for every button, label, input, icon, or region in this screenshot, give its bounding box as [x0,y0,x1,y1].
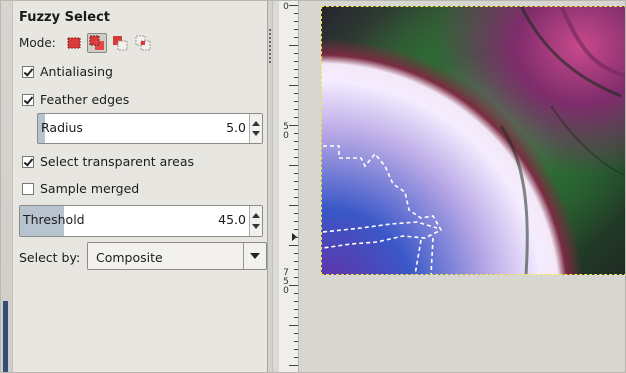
intersect-selection-icon [135,35,151,51]
ruler-tick [289,325,298,326]
ruler-tick [294,253,298,254]
ruler-tick [289,205,298,206]
threshold-label: Threshold [23,212,85,227]
select-by-label: Select by: [19,250,81,265]
ruler-tick [294,189,298,190]
ruler-tick [294,29,298,30]
radius-label: Radius [41,120,83,135]
tool-title: Fuzzy Select [19,10,110,25]
antialiasing-label: Antialiasing [40,64,113,79]
ruler-tick [294,77,298,78]
ruler-tick [294,21,298,22]
ruler-tick [294,13,298,14]
subtract-from-selection-icon [112,36,128,51]
ruler-tick [289,85,298,86]
threshold-spinbox[interactable]: Threshold 45.0 [19,205,263,237]
tool-options-panel: Fuzzy Select Mode: Antialiasing Feather … [13,1,267,372]
threshold-value[interactable]: 45.0 [218,212,246,227]
vertical-ruler: 0 5 0 7 5 0 [279,1,299,372]
ruler-tick [294,157,298,158]
layer-boundary [321,6,625,275]
ruler-tick [294,69,298,70]
ruler-tick [294,149,298,150]
ruler-tick [294,301,298,302]
antialiasing-checkbox[interactable] [22,65,34,78]
sample-merged-label: Sample merged [40,181,140,196]
select-transparent-checkbox[interactable] [22,155,34,168]
ruler-tick [294,237,298,238]
threshold-down-arrow-icon[interactable] [252,224,260,229]
sample-merged-option[interactable]: Sample merged [22,181,139,196]
panel-resize-handle[interactable] [267,1,273,372]
ruler-tick [294,173,298,174]
replace-selection-icon [67,37,81,49]
ruler-tick [289,125,298,126]
ruler-tick [294,101,298,102]
mode-subtract-button[interactable] [110,33,130,53]
ruler-tick [294,269,298,270]
ruler-tick [294,341,298,342]
ruler-tick [294,221,298,222]
threshold-up-arrow-icon[interactable] [252,213,260,218]
feather-edges-checkbox[interactable] [22,93,34,106]
ruler-tick [294,293,298,294]
ruler-tick [294,277,298,278]
feather-edges-label: Feather edges [40,92,130,107]
ruler-tick [294,197,298,198]
ruler-tick [294,141,298,142]
ruler-label-bottom: 7 5 0 [283,268,289,296]
select-transparent-label: Select transparent areas [40,154,195,169]
mode-label: Mode: [19,36,56,50]
add-to-selection-icon [89,35,104,50]
ruler-tick [294,117,298,118]
ruler-tick [294,309,298,310]
sample-merged-checkbox[interactable] [22,182,34,195]
ruler-tick [294,357,298,358]
ruler-tick [294,109,298,110]
canvas-area[interactable] [299,1,625,372]
mode-replace-button[interactable] [64,33,84,53]
select-transparent-option[interactable]: Select transparent areas [22,154,194,169]
ruler-tick [289,285,298,286]
select-by-value: Composite [96,250,163,265]
ruler-tick [294,229,298,230]
chevron-down-icon [250,253,260,259]
radius-spinbox[interactable]: Radius 5.0 [37,113,263,144]
canvas-image[interactable] [321,6,625,275]
ruler-tick [294,333,298,334]
radius-arrows[interactable] [249,114,262,143]
ruler-tick [294,61,298,62]
mode-add-button[interactable] [86,33,107,53]
ruler-tick [289,5,298,6]
ruler-tick [294,93,298,94]
select-by-dropdown[interactable]: Composite [87,242,267,270]
ruler-tick [294,261,298,262]
feather-edges-option[interactable]: Feather edges [22,92,129,107]
ruler-tick [289,365,298,366]
ruler-tick [294,53,298,54]
ruler-tick [289,245,298,246]
dock-edge-bar [3,301,8,372]
radius-down-arrow-icon[interactable] [252,131,260,136]
ruler-tick [289,45,298,46]
ruler-tick [294,317,298,318]
ruler-tick [294,349,298,350]
radius-up-arrow-icon[interactable] [252,121,260,126]
antialiasing-option[interactable]: Antialiasing [22,64,113,79]
ruler-tick [294,133,298,134]
mode-intersect-button[interactable] [133,33,153,53]
gimp-window: Fuzzy Select Mode: Antialiasing Feather … [0,0,626,373]
radius-value[interactable]: 5.0 [226,120,246,135]
ruler-tick [294,37,298,38]
ruler-tick [294,181,298,182]
threshold-arrows[interactable] [249,206,262,236]
ruler-tick [294,213,298,214]
select-by-dropdown-button[interactable] [243,243,266,269]
ruler-tick [289,165,298,166]
mode-row: Mode: [19,33,156,53]
dock-edge [1,1,13,372]
